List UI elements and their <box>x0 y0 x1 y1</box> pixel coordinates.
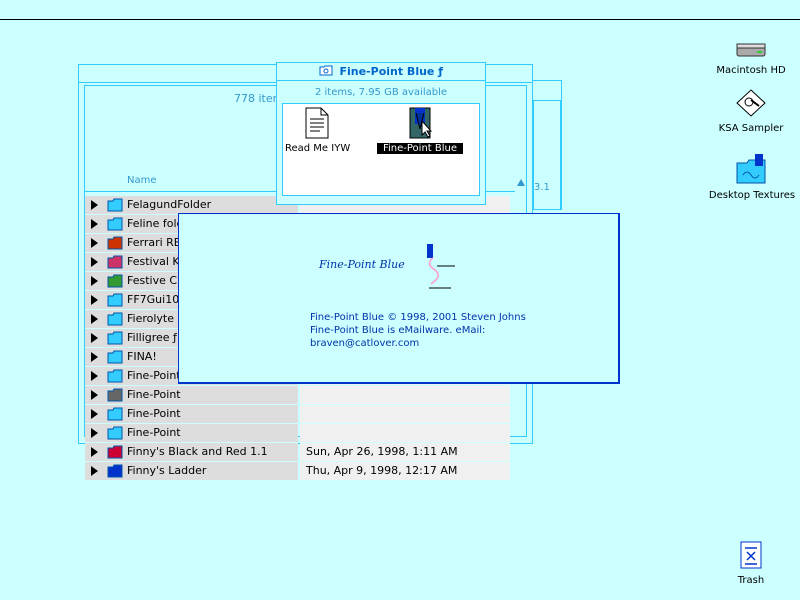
row-name: Finny's Black and Red 1.1 <box>127 445 268 458</box>
folder-icon <box>107 236 123 250</box>
disclosure-triangle-icon[interactable] <box>91 295 98 305</box>
credit-line-2: Fine-Point Blue is eMailware. eMail: <box>310 325 486 336</box>
column-header-name[interactable]: Name <box>127 175 157 186</box>
disclosure-triangle-icon[interactable] <box>91 409 98 419</box>
folder-window[interactable]: Fine-Point Blue ƒ 2 items, 7.95 GB avail… <box>276 62 486 205</box>
disclosure-triangle-icon[interactable] <box>91 390 98 400</box>
desktop-icon-label: KSA Sampler <box>718 123 784 134</box>
desktop-icon-label: Macintosh HD <box>716 65 786 76</box>
disclosure-triangle-icon[interactable] <box>91 276 98 286</box>
table-row[interactable]: Fine-Point <box>85 424 510 443</box>
disclosure-triangle-icon[interactable] <box>91 200 98 210</box>
folder-small-icon <box>319 65 333 79</box>
credit-line-3: braven@catlover.com <box>310 338 420 349</box>
row-name: Fine-Point <box>127 426 181 439</box>
date-cell: Thu, Apr 9, 1998, 12:17 AM <box>300 462 510 480</box>
disclosure-triangle-icon[interactable] <box>91 219 98 229</box>
folder-icon <box>107 255 123 269</box>
file-label: Read Me IYW <box>285 143 351 154</box>
row-date: Sun, Apr 26, 1998, 1:11 AM <box>306 445 458 458</box>
disclosure-triangle-icon[interactable] <box>91 371 98 381</box>
menu-bar[interactable] <box>0 0 800 20</box>
table-row[interactable]: Finny's Ladder Thu, Apr 9, 1998, 12:17 AM <box>85 462 510 481</box>
disclosure-triangle-icon[interactable] <box>91 466 98 476</box>
background-window-edge-2[interactable]: 3.1 <box>533 100 561 210</box>
window-title: Fine-Point Blue ƒ <box>339 65 443 78</box>
folder-icon <box>107 388 123 402</box>
folder-icon <box>107 293 123 307</box>
disclosure-triangle-icon[interactable] <box>91 314 98 324</box>
document-icon <box>304 107 330 142</box>
desktop-icon-macintosh-hd[interactable]: Macintosh HD <box>716 40 786 76</box>
disclosure-triangle-icon[interactable] <box>91 257 98 267</box>
folder-info: 2 items, 7.95 GB available <box>314 87 448 98</box>
name-cell: FelagundFolder <box>85 196 298 214</box>
theme-file-icon <box>406 107 434 142</box>
row-name: Filligree ƒ <box>127 331 177 344</box>
date-cell <box>300 424 510 442</box>
about-credits: Fine-Point Blue © 1998, 2001 Steven John… <box>310 311 526 350</box>
desktop-icon-ksa-sampler[interactable]: KSA Sampler <box>716 88 786 134</box>
desktop-icon-trash[interactable]: Trash <box>728 540 774 586</box>
credit-line-1: Fine-Point Blue © 1998, 2001 Steven John… <box>310 312 526 323</box>
row-name: FINA! <box>127 350 157 363</box>
disclosure-triangle-icon[interactable] <box>91 352 98 362</box>
window-title-bar[interactable]: Fine-Point Blue ƒ <box>277 63 485 81</box>
date-cell <box>300 405 510 423</box>
row-name: Finny's Ladder <box>127 464 207 477</box>
ksa-sampler-icon <box>735 89 767 121</box>
version-text-fragment: 3.1 <box>534 182 550 193</box>
name-cell: Fine-Point <box>85 405 298 423</box>
row-date: Thu, Apr 9, 1998, 12:17 AM <box>306 464 458 477</box>
desktop-icon-label: Trash <box>737 575 765 586</box>
fine-point-blue-logo <box>315 242 465 302</box>
file-read-me-iyw[interactable]: Read Me IYW <box>285 107 351 154</box>
disclosure-triangle-icon[interactable] <box>91 428 98 438</box>
folder-icon <box>107 198 123 212</box>
row-name: Fine-Point <box>127 369 181 382</box>
folder-icon <box>107 464 123 478</box>
desktop-textures-folder-icon <box>735 154 769 188</box>
row-name: Fine-Point <box>127 407 181 420</box>
file-fine-point-blue[interactable]: Fine-Point Blue <box>377 107 463 154</box>
hard-disk-icon <box>735 43 767 63</box>
folder-icon <box>107 369 123 383</box>
date-cell <box>300 386 510 404</box>
disclosure-triangle-icon[interactable] <box>91 238 98 248</box>
row-name: Fine-Point <box>127 388 181 401</box>
desktop-icon-label: Desktop Textures <box>708 190 796 201</box>
sort-direction-icon[interactable] <box>516 178 528 190</box>
name-cell: Fine-Point <box>85 386 298 404</box>
disclosure-triangle-icon[interactable] <box>91 333 98 343</box>
logo-text: Fine-Point Blue <box>319 258 405 271</box>
folder-icon <box>107 407 123 421</box>
folder-icon <box>107 274 123 288</box>
date-cell: Sun, Apr 26, 1998, 1:11 AM <box>300 443 510 461</box>
folder-icon <box>107 350 123 364</box>
name-cell: Finny's Ladder <box>85 462 298 480</box>
name-cell: Fine-Point <box>85 424 298 442</box>
table-row[interactable]: Finny's Black and Red 1.1 Sun, Apr 26, 19… <box>85 443 510 462</box>
folder-icon <box>107 331 123 345</box>
row-name: Fierolyte <box>127 312 175 325</box>
row-name: FelagundFolder <box>127 198 212 211</box>
about-dialog[interactable]: Fine-Point Blue Fine-Point Blue © 1998, … <box>178 213 620 384</box>
desktop-icon-desktop-textures[interactable]: Desktop Textures <box>706 153 798 201</box>
table-row[interactable]: Fine-Point <box>85 405 510 424</box>
folder-content: Read Me IYW Fine-Point Blue <box>282 103 480 196</box>
folder-icon <box>107 426 123 440</box>
table-row[interactable]: Fine-Point <box>85 386 510 405</box>
folder-icon <box>107 312 123 326</box>
folder-icon <box>107 217 123 231</box>
folder-icon <box>107 445 123 459</box>
trash-icon <box>738 541 764 573</box>
name-cell: Finny's Black and Red 1.1 <box>85 443 298 461</box>
disclosure-triangle-icon[interactable] <box>91 447 98 457</box>
file-label-selected: Fine-Point Blue <box>377 143 463 154</box>
